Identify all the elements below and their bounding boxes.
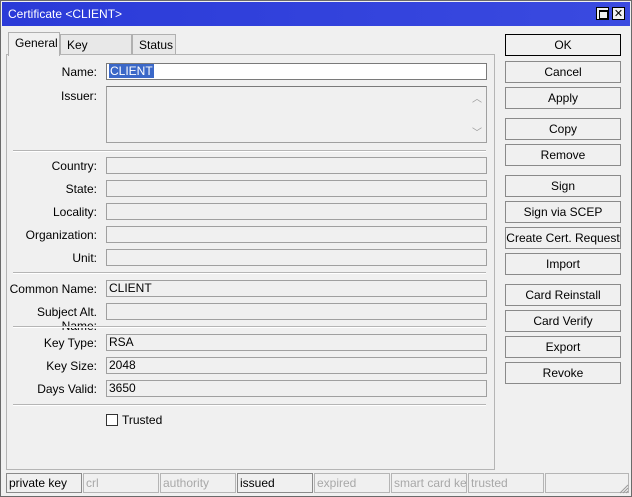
state-label: State: [65,182,97,196]
status-private-key: private key [6,473,82,493]
country-label: Country: [51,159,97,173]
status-authority: authority [160,473,236,493]
issuer-field[interactable]: ︿ ﹀ [106,86,487,143]
status-empty [545,473,629,493]
tab-general[interactable]: General [8,32,60,56]
divider [13,150,486,152]
sign-button[interactable]: Sign [505,175,621,197]
title-bar[interactable]: Certificate <CLIENT> ✕ [2,2,630,26]
tab-key-usage[interactable]: Key Usage [60,34,132,72]
organization-field [106,226,487,243]
copy-button[interactable]: Copy [505,118,621,140]
locality-label: Locality: [52,205,97,219]
tab-status[interactable]: Status [132,34,176,54]
trusted-checkbox[interactable] [106,414,118,426]
status-expired: expired [314,473,390,493]
common-name-field: CLIENT [106,280,487,297]
resize-grip-icon[interactable] [619,484,629,494]
certificate-window: Certificate <CLIENT> ✕ General Key Usage… [0,0,632,497]
subject-alt-name-label: Subject Alt. Name: [36,305,97,333]
status-smart-card-key: smart card key [391,473,467,493]
status-crl: crl [83,473,159,493]
key-type-field: RSA [106,334,487,351]
export-button[interactable]: Export [505,336,621,358]
key-size-field: 2048 [106,357,487,374]
days-valid-field: 3650 [106,380,487,397]
name-field[interactable]: CLIENT [106,63,487,80]
status-issued: issued [237,473,313,493]
card-reinstall-button[interactable]: Card Reinstall [505,284,621,306]
status-trusted: trusted [468,473,544,493]
scroll-down-icon[interactable]: ﹀ [472,124,482,139]
remove-button[interactable]: Remove [505,144,621,166]
divider [13,272,486,274]
days-valid-label: Days Valid: [37,382,97,396]
state-field [106,180,487,197]
common-name-label: Common Name: [9,282,97,296]
locality-field [106,203,487,220]
name-label: Name: [61,65,97,79]
import-button[interactable]: Import [505,253,621,275]
divider [13,326,486,328]
divider [13,404,486,406]
country-field [106,157,487,174]
create-cert-request-button[interactable]: Create Cert. Request [505,227,621,249]
key-size-label: Key Size: [46,359,97,373]
trusted-label: Trusted [122,413,163,427]
window-title: Certificate <CLIENT> [8,7,123,21]
maximize-icon[interactable] [596,7,609,20]
scroll-up-icon[interactable]: ︿ [472,90,482,105]
card-verify-button[interactable]: Card Verify [505,310,621,332]
subject-alt-name-field [106,303,487,320]
key-type-label: Key Type: [43,336,97,350]
close-icon[interactable]: ✕ [612,7,625,20]
ok-button[interactable]: OK [505,34,621,56]
unit-field [106,249,487,266]
sign-via-scep-button[interactable]: Sign via SCEP [505,201,621,223]
issuer-label: Issuer: [60,89,97,103]
organization-label: Organization: [25,228,97,242]
cancel-button[interactable]: Cancel [505,61,621,83]
name-value: CLIENT [109,64,154,78]
revoke-button[interactable]: Revoke [505,362,621,384]
apply-button[interactable]: Apply [505,87,621,109]
unit-label: Unit: [72,251,97,265]
